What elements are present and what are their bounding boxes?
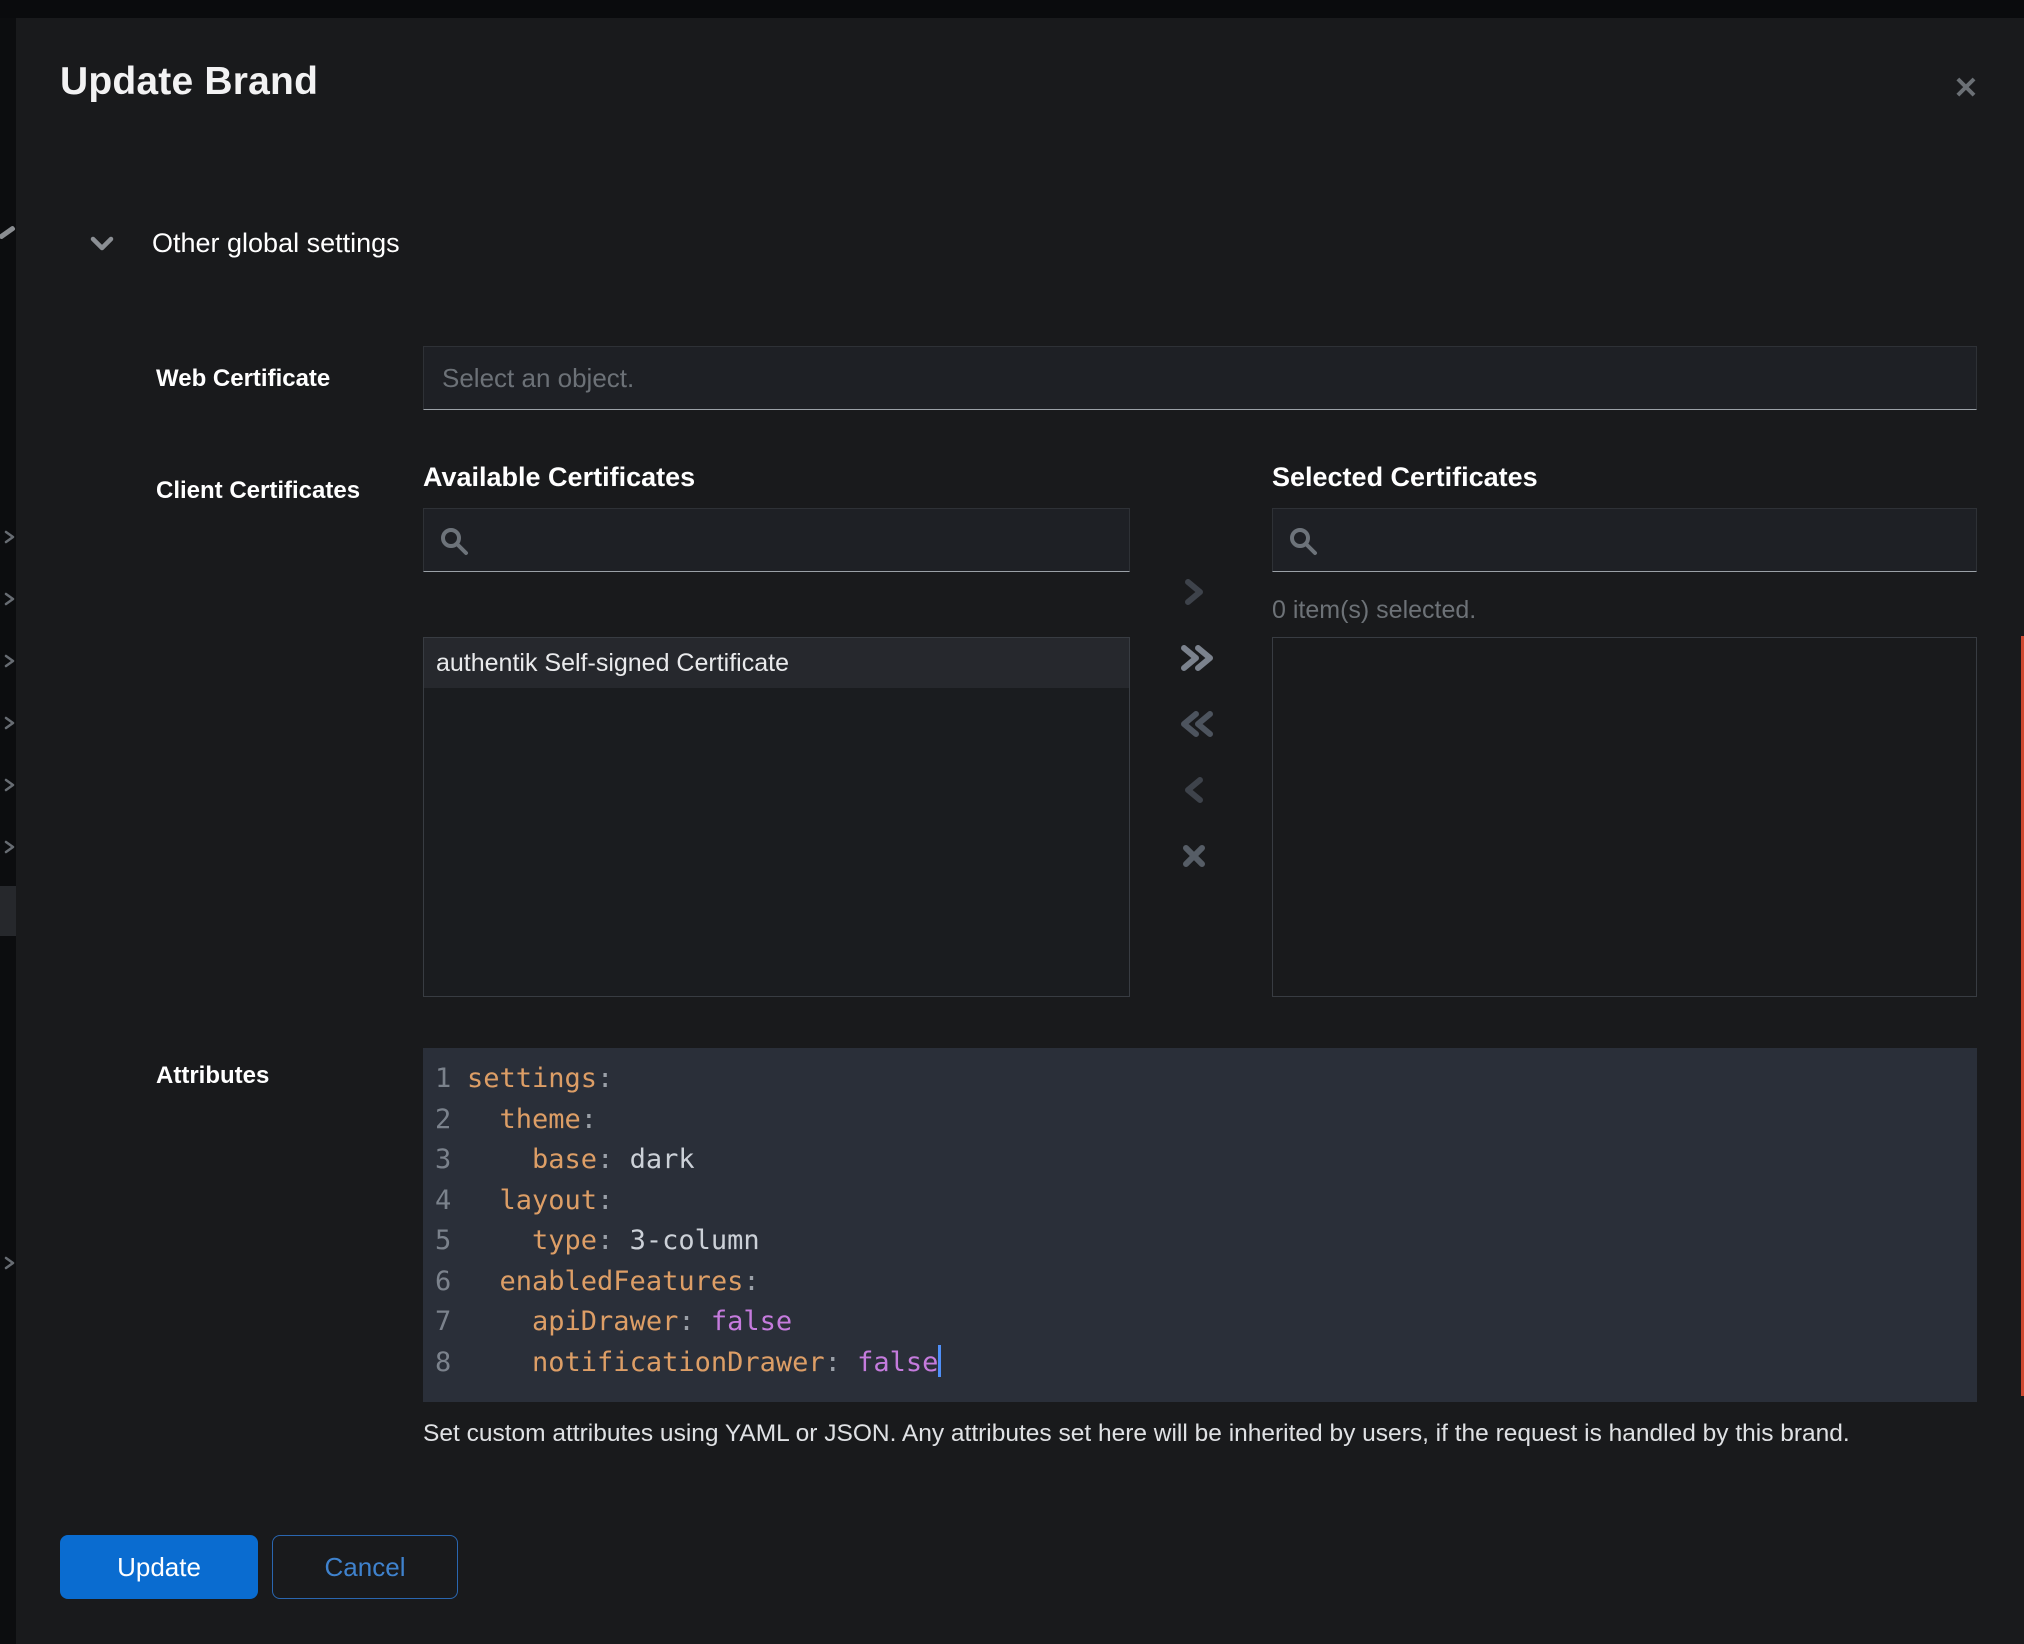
- available-search-input[interactable]: [423, 508, 1130, 572]
- client-certificates-label: Client Certificates: [156, 477, 360, 505]
- add-selected-button[interactable]: [1169, 570, 1225, 614]
- sidebar-check-fragment-icon: [0, 225, 16, 239]
- attributes-code-editor[interactable]: 1settings:2 theme:3 base: dark4 layout:5…: [423, 1048, 1977, 1402]
- sidebar-chevron-fragment-icon: [2, 654, 16, 668]
- section-label: Other global settings: [152, 228, 400, 259]
- web-certificate-label: Web Certificate: [156, 365, 330, 393]
- text-cursor: [938, 1345, 941, 1377]
- top-bar: [0, 0, 2024, 18]
- code-line: 2 theme:: [423, 1100, 1977, 1141]
- sidebar-chevron-fragment-icon: [2, 778, 16, 792]
- sidebar-chevron-fragment-icon: [2, 592, 16, 606]
- background-sidebar-sliver: [0, 18, 16, 1644]
- angle-right-icon: [1178, 576, 1216, 608]
- available-certificates-list: authentik Self-signed Certificate: [423, 637, 1130, 997]
- modal-title: Update Brand: [60, 60, 318, 104]
- add-all-button[interactable]: [1169, 636, 1225, 680]
- update-button[interactable]: Update: [60, 1535, 258, 1599]
- selected-search-input[interactable]: [1272, 508, 1977, 572]
- sidebar-active-item-fragment: [0, 886, 16, 936]
- code-line: 4 layout:: [423, 1181, 1977, 1222]
- selected-count-status: 0 item(s) selected.: [1272, 596, 1476, 625]
- sidebar-chevron-fragment-icon: [2, 1256, 16, 1270]
- clear-selection-button[interactable]: [1169, 834, 1225, 878]
- selected-search: [1272, 508, 1977, 572]
- sidebar-chevron-fragment-icon: [2, 530, 16, 544]
- angle-left-icon: [1178, 774, 1216, 806]
- sidebar-chevron-fragment-icon: [2, 716, 16, 730]
- double-angle-left-icon: [1178, 708, 1216, 740]
- code-line: 3 base: dark: [423, 1140, 1977, 1181]
- available-certificates-header: Available Certificates: [423, 462, 695, 493]
- sidebar-chevron-fragment-icon: [2, 840, 16, 854]
- certificate-list-item[interactable]: authentik Self-signed Certificate: [424, 638, 1129, 688]
- remove-selected-button[interactable]: [1169, 768, 1225, 812]
- other-global-settings-toggle[interactable]: Other global settings: [90, 228, 400, 259]
- double-angle-right-icon: [1178, 642, 1216, 674]
- dual-list-controls: [1169, 570, 1225, 878]
- code-line: 6 enabledFeatures:: [423, 1262, 1977, 1303]
- close-icon: ✕: [1953, 71, 1978, 106]
- code-line: 1settings:: [423, 1059, 1977, 1100]
- close-button[interactable]: ✕: [1940, 62, 1992, 114]
- attributes-label: Attributes: [156, 1062, 269, 1090]
- code-line: 8 notificationDrawer: false: [423, 1343, 1977, 1384]
- selected-certificates-header: Selected Certificates: [1272, 462, 1538, 493]
- code-line: 5 type: 3-column: [423, 1221, 1977, 1262]
- cross-icon: [1178, 840, 1216, 872]
- code-line: 7 apiDrawer: false: [423, 1302, 1977, 1343]
- remove-all-button[interactable]: [1169, 702, 1225, 746]
- available-search: [423, 508, 1130, 572]
- selected-certificates-list: [1272, 637, 1977, 997]
- chevron-down-icon: [90, 236, 114, 252]
- web-certificate-select[interactable]: [423, 346, 1977, 410]
- cancel-button[interactable]: Cancel: [272, 1535, 458, 1599]
- attributes-help-text: Set custom attributes using YAML or JSON…: [423, 1420, 1983, 1448]
